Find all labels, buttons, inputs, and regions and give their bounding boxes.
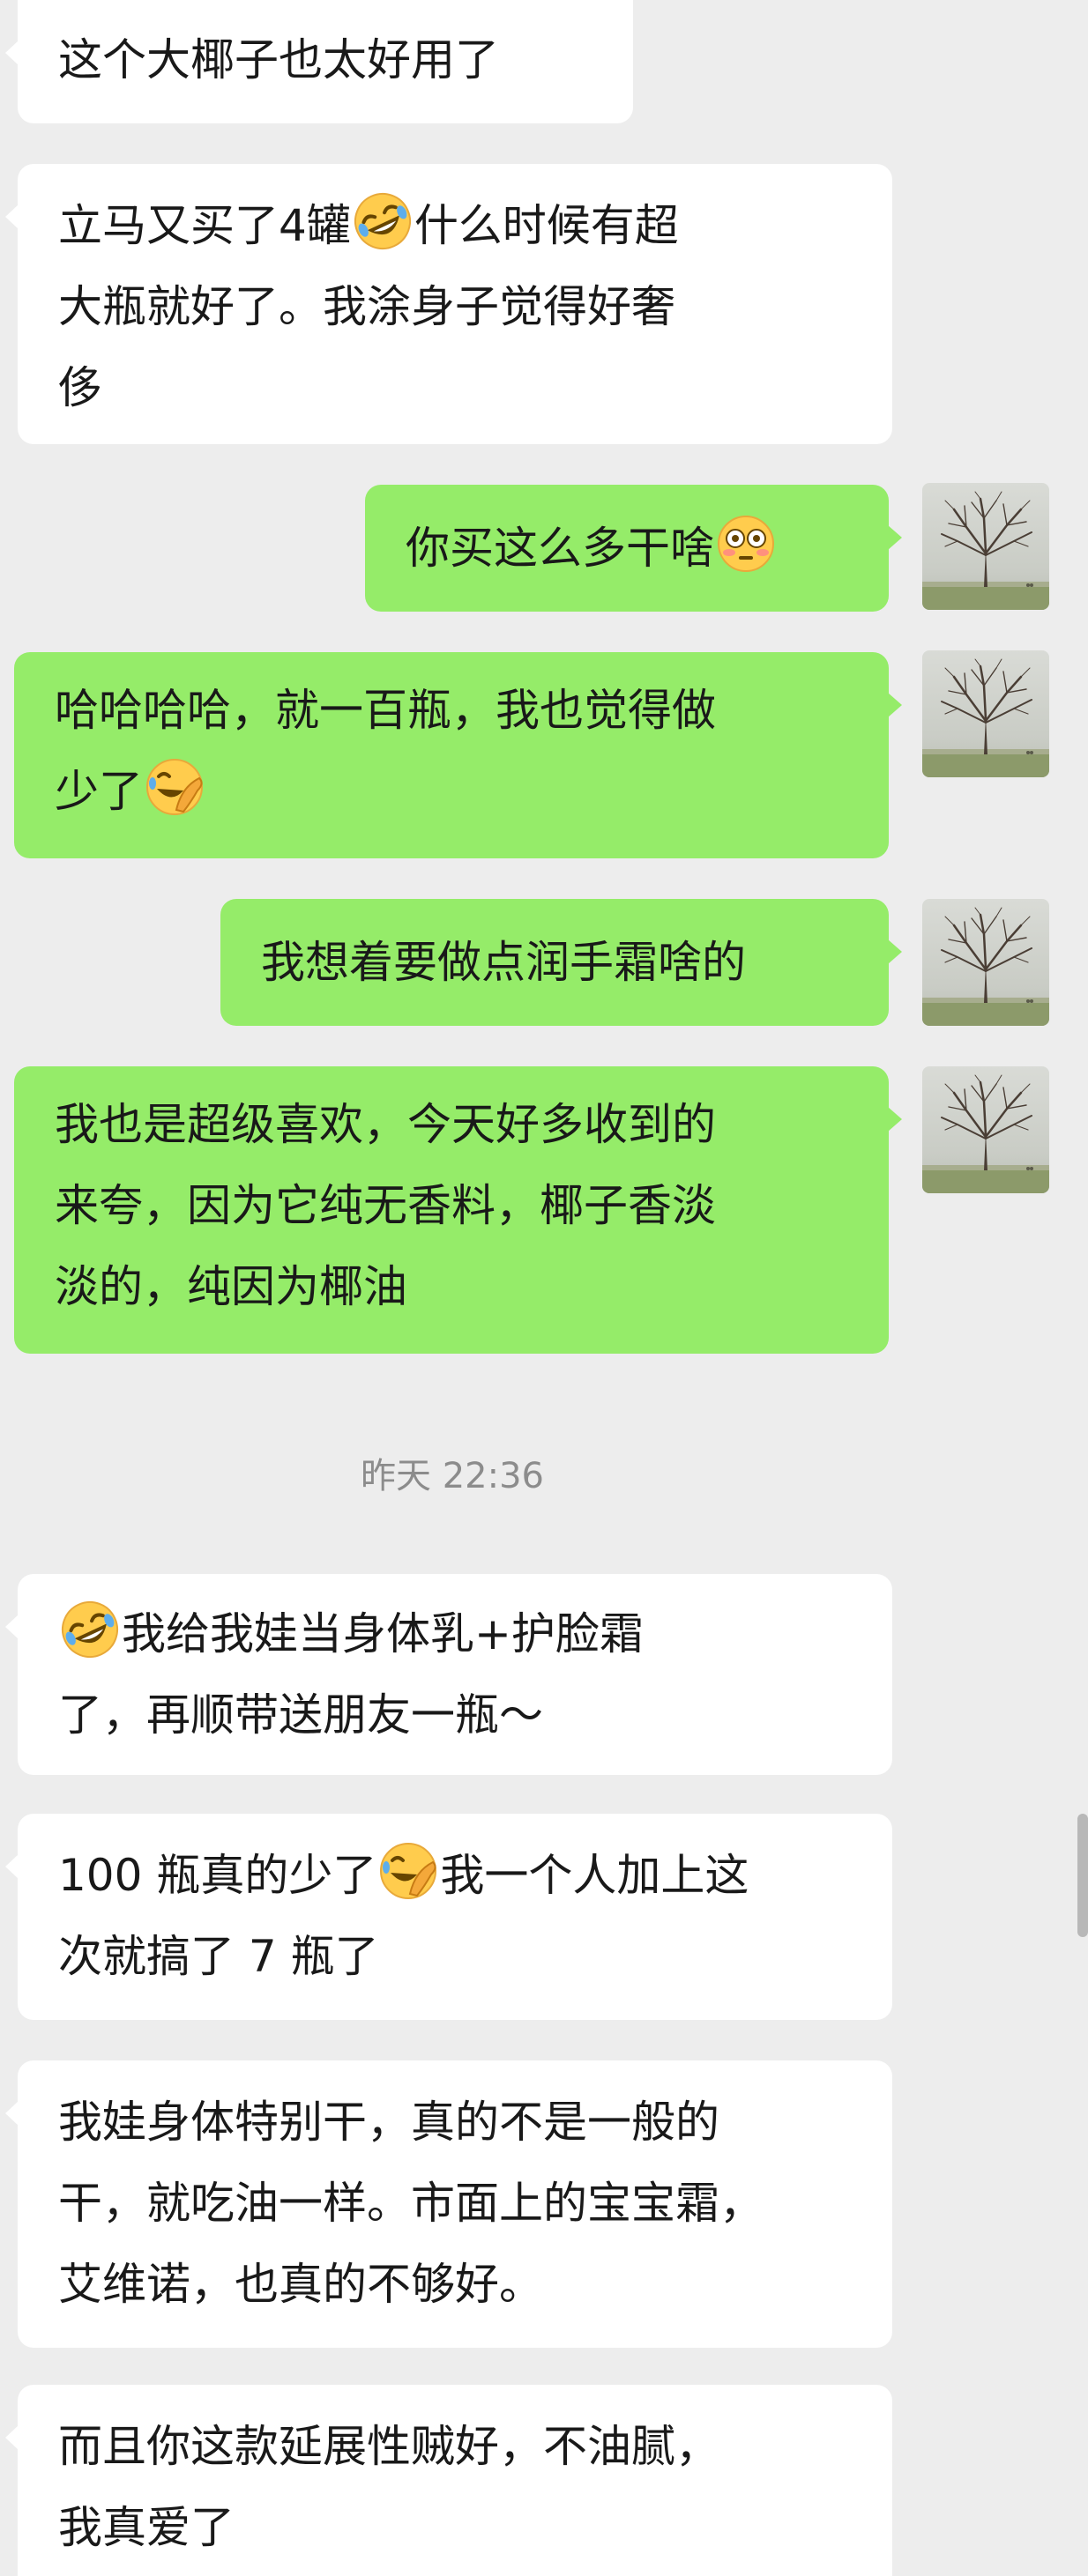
- message-text: 你买这么多干啥: [406, 523, 714, 574]
- message-text: 而且你这款延展性贼好，不油腻，: [58, 2421, 719, 2472]
- message-line: 我也是超级喜欢，今天好多收到的: [55, 1084, 848, 1165]
- scrollbar[interactable]: [1077, 1814, 1088, 1937]
- message-text: 大瓶就好了。我涂身子觉得好奢: [58, 281, 675, 332]
- message-text: 立马又买了4罐: [58, 200, 351, 251]
- message-text: 次就搞了 7 瓶了: [58, 1931, 379, 1982]
- message-text: 少了: [55, 766, 143, 817]
- message-text: 干，就吃油一样。市面上的宝宝霜，: [58, 2178, 764, 2229]
- message-line: 哈哈哈哈，就一百瓶，我也觉得做: [55, 670, 848, 751]
- message-text: 我一个人加上这: [440, 1850, 749, 1901]
- message-text: 艾维诺，也真的不够好。: [58, 2259, 543, 2310]
- message-text: 什么时候有超: [414, 200, 679, 251]
- message-line: 我娃身体特别干，真的不是一般的: [58, 2082, 852, 2163]
- message-line: 大瓶就好了。我涂身子觉得好奢: [58, 266, 852, 347]
- message-line: 100 瓶真的少了 我一个人加上这: [58, 1835, 852, 1916]
- message-text: 我给我娃当身体乳+护脸霜: [122, 1608, 644, 1659]
- message-line: 了，再顺带送朋友一瓶～: [58, 1674, 852, 1756]
- message-bubble[interactable]: 而且你这款延展性贼好，不油腻， 我真爱了: [5, 2385, 892, 2576]
- message-bubble[interactable]: 立马又买了4罐 什么时候有超大瓶就好了。我涂身子觉得好奢侈: [5, 164, 892, 444]
- message-line: 立马又买了4罐 什么时候有超: [58, 185, 852, 266]
- message-line: 这个大椰子也太好用了: [58, 19, 592, 100]
- message-bubble[interactable]: 我给我娃当身体乳+护脸霜了，再顺带送朋友一瓶～: [5, 1574, 892, 1775]
- message-text: 哈哈哈哈，就一百瓶，我也觉得做: [55, 685, 716, 736]
- message-text: 侈: [58, 362, 102, 413]
- bare-tree-avatar-icon[interactable]: [922, 1066, 1049, 1193]
- message-bubble[interactable]: 你买这么多干啥: [365, 485, 902, 612]
- message-text: 来夸，因为它纯无香料，椰子香淡: [55, 1180, 716, 1231]
- bare-tree-avatar-icon[interactable]: [922, 899, 1049, 1026]
- message-timestamp: 昨天 22:36: [361, 1456, 544, 1496]
- bare-tree-avatar-icon[interactable]: [922, 483, 1049, 610]
- message-text: 我想着要做点润手霜啥的: [261, 937, 746, 988]
- message-line: 淡的，纯因为椰油: [55, 1246, 848, 1327]
- message-bubble[interactable]: 哈哈哈哈，就一百瓶，我也觉得做 少了: [14, 652, 902, 858]
- message-text: 了，再顺带送朋友一瓶～: [58, 1689, 543, 1741]
- message-line: 我真爱了: [58, 2487, 852, 2568]
- message-text: 淡的，纯因为椰油: [55, 1261, 407, 1312]
- message-line: 我给我娃当身体乳+护脸霜: [58, 1593, 852, 1674]
- message-text: 我也是超级喜欢，今天好多收到的: [55, 1099, 716, 1150]
- message-line: 干，就吃油一样。市面上的宝宝霜，: [58, 2163, 852, 2244]
- message-line: 你买这么多干啥: [406, 508, 848, 589]
- message-bubble[interactable]: 我娃身体特别干，真的不是一般的 干，就吃油一样。市面上的宝宝霜， 艾维诺，也真的不够…: [5, 2060, 892, 2348]
- message-line: 侈: [58, 347, 852, 428]
- rofl-emoji: [353, 191, 413, 251]
- bare-tree-avatar-icon[interactable]: [922, 650, 1049, 777]
- flushed-emoji: [716, 514, 776, 574]
- message-bubble[interactable]: 我想着要做点润手霜啥的: [220, 899, 902, 1026]
- message-text: 我真爱了: [58, 2502, 235, 2553]
- facepalm-laugh-emoji: [145, 757, 205, 817]
- message-line: 我想着要做点润手霜啥的: [261, 922, 848, 1003]
- message-text: 100 瓶真的少了: [58, 1850, 377, 1901]
- message-line: 来夸，因为它纯无香料，椰子香淡: [55, 1165, 848, 1246]
- message-line: 次就搞了 7 瓶了: [58, 1916, 852, 1997]
- message-text: 这个大椰子也太好用了: [58, 34, 499, 85]
- chat-conversation: 这个大椰子也太好用了 立马又买了4罐 什么时候有超 大瓶就好了。我涂身子觉得好奢侈 …: [0, 0, 1088, 2576]
- message-bubble[interactable]: 这个大椰子也太好用了: [5, 0, 633, 123]
- message-line: 少了: [55, 751, 848, 832]
- message-bubble[interactable]: 100 瓶真的少了 我一个人加上这次就搞了 7 瓶了: [5, 1814, 892, 2020]
- facepalm-laugh-emoji: [378, 1841, 438, 1901]
- message-line: 而且你这款延展性贼好，不油腻，: [58, 2406, 852, 2487]
- message-text: 我娃身体特别干，真的不是一般的: [58, 2097, 719, 2148]
- message-line: 艾维诺，也真的不够好。: [58, 2244, 852, 2325]
- message-bubble[interactable]: 我也是超级喜欢，今天好多收到的 来夸，因为它纯无香料，椰子香淡 淡的，纯因为椰油: [14, 1066, 902, 1354]
- rofl-emoji: [60, 1600, 120, 1659]
